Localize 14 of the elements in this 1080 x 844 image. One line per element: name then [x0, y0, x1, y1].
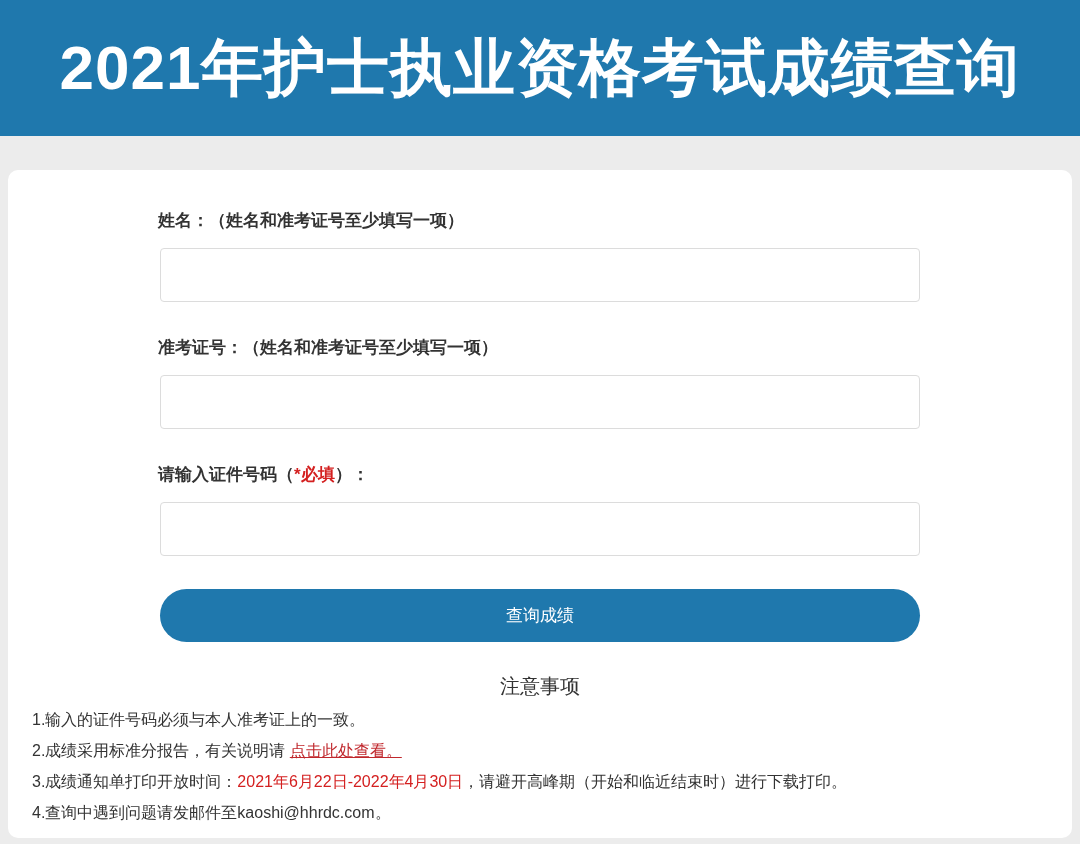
field-label: 姓名：（姓名和准考证号至少填写一项） [158, 210, 465, 232]
input-field[interactable] [160, 375, 920, 429]
note-text: 1.输入的证件号码必须与本人准考证上的一致。 [32, 710, 367, 730]
details-link[interactable]: 点击此处查看。 [289, 742, 402, 759]
page-title: 2021年护士执业资格考试成绩查询 [59, 32, 1021, 104]
note-text: 2.成绩采用标准分报告，有关说明请 点击此处查看。 [32, 741, 403, 761]
field-label: 请输入证件号码（*必填）： [158, 464, 370, 486]
notes-heading: 注意事项 [499, 674, 581, 699]
field-label: 准考证号：（姓名和准考证号至少填写一项） [158, 337, 499, 359]
query-button[interactable]: 查询成绩 [160, 589, 920, 642]
input-field[interactable] [160, 248, 920, 302]
input-field[interactable] [160, 502, 920, 556]
note-text: 4.查询中遇到问题请发邮件至kaoshi@hhrdc.com。 [32, 803, 392, 823]
note-text: 3.成绩通知单打印开放时间：2021年6月22日-2022年4月30日，请避开高峰期（开始和临近结束时）进行下载打印。 [32, 772, 849, 792]
